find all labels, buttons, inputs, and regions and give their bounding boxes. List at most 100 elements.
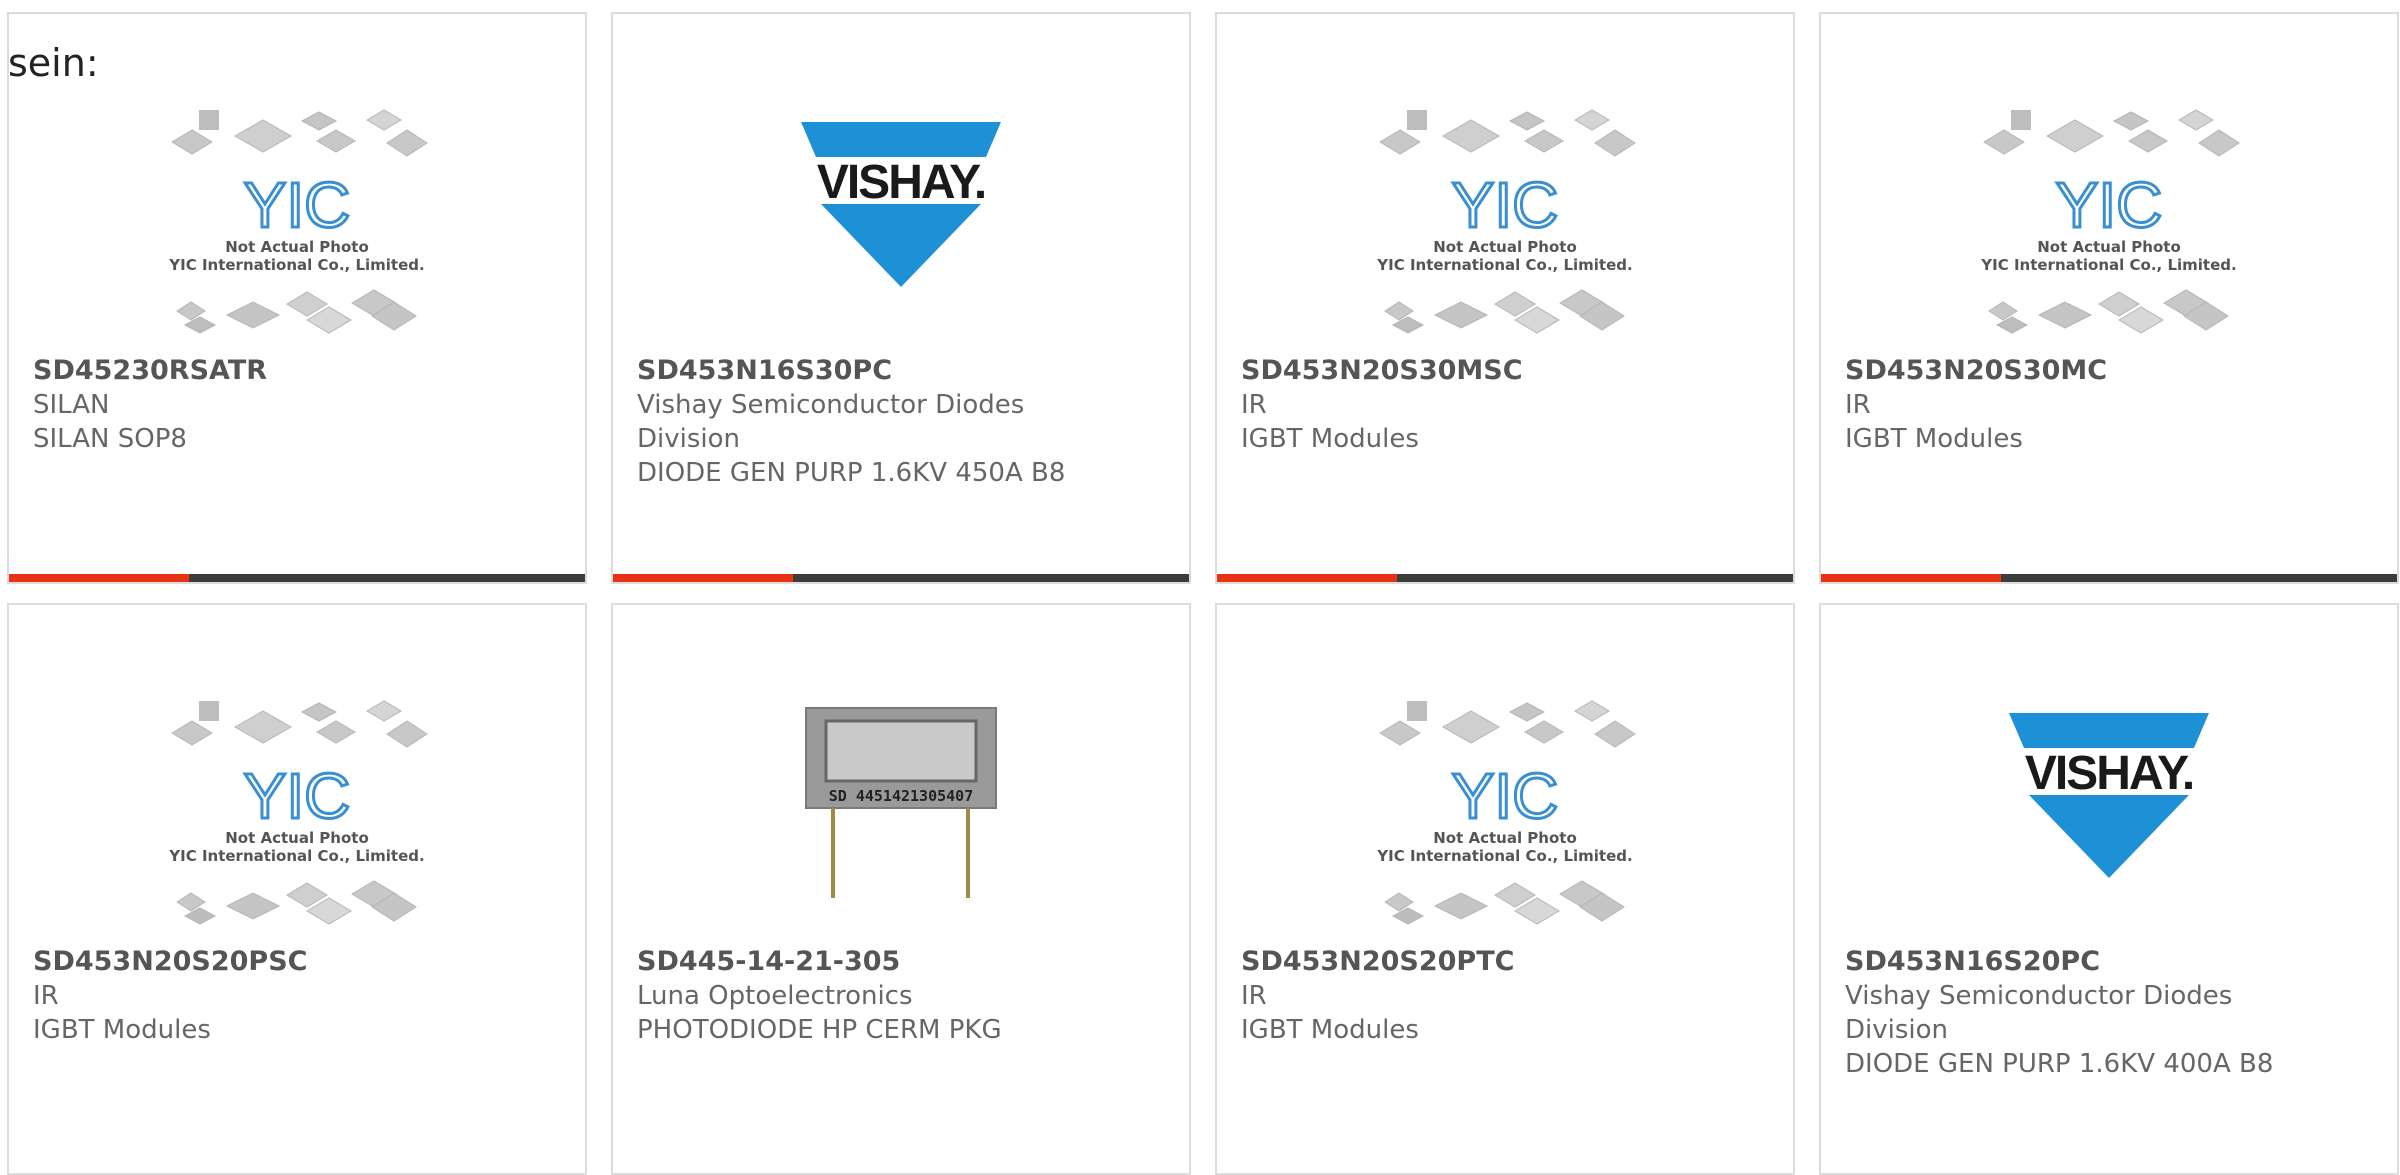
- vishay-logo-top: [2009, 713, 2209, 748]
- intro-text: sein:: [8, 41, 99, 85]
- chip-shape: [386, 720, 428, 748]
- description: IGBT Modules: [33, 1015, 211, 1045]
- manufacturer: IR: [1241, 390, 1267, 420]
- product-image-svg: YICNot Actual PhotoYIC International Co.…: [168, 109, 428, 334]
- chip-shape: [225, 301, 281, 329]
- product-image[interactable]: VISHAY.: [761, 102, 1041, 372]
- part-number-link[interactable]: SD453N16S30PC: [637, 354, 1177, 388]
- chip-square: [199, 110, 219, 130]
- product-image-svg: SD 4451421305407: [805, 707, 997, 898]
- product-card[interactable]: VISHAY. SD453N16S30PC Vishay Semiconduct…: [611, 12, 1191, 584]
- image-caption: Not Actual Photo: [1433, 829, 1577, 847]
- chip-shape: [366, 700, 402, 722]
- chip-shape: [2112, 111, 2150, 131]
- card-accent-bar: [1217, 574, 1397, 582]
- description: PHOTODIODE HP CERM PKG: [637, 1015, 1002, 1045]
- card-bottom-bar: [9, 574, 585, 582]
- card-accent-bar: [9, 574, 189, 582]
- card-accent-bar: [1821, 574, 2001, 582]
- chip-shape: [2045, 119, 2105, 153]
- manufacturer-line2: Division: [637, 424, 741, 454]
- chip-shape: [171, 129, 213, 155]
- product-card[interactable]: VISHAY. SD453N16S20PC Vishay Semiconduct…: [1819, 603, 2399, 1175]
- chip-shape: [2037, 301, 2093, 329]
- chip-shape: [233, 119, 293, 153]
- chip-shape: [2178, 109, 2214, 131]
- description: IGBT Modules: [1845, 424, 2023, 454]
- photodiode-lead: [966, 808, 970, 898]
- product-image[interactable]: VISHAY.: [1969, 693, 2249, 963]
- chip-shape: [1574, 109, 1610, 131]
- chip-shape: [1524, 720, 1564, 744]
- vishay-logo-triangle: [2029, 795, 2189, 878]
- chip-shape: [1433, 301, 1489, 329]
- photodiode-marking: SD 4451421305407: [829, 787, 974, 805]
- part-number-link[interactable]: SD453N20S20PSC: [33, 945, 573, 979]
- part-number-link[interactable]: SD445-14-21-305: [637, 945, 1177, 979]
- product-image[interactable]: YIC Not Actual Photo YIC International Co.…: [1969, 102, 2249, 372]
- manufacturer: IR: [33, 981, 59, 1011]
- product-image[interactable]: YIC Not Actual Photo YIC International Co.…: [157, 102, 437, 372]
- chip-shape: [1441, 710, 1501, 744]
- yic-logo: YIC: [1452, 760, 1559, 832]
- chip-square: [1407, 701, 1427, 721]
- chip-shape: [1433, 892, 1489, 920]
- product-card[interactable]: YIC Not Actual Photo YIC International Co.…: [7, 12, 587, 584]
- card-bottom-bar: [1821, 574, 2397, 582]
- product-image-svg: YICNot Actual PhotoYIC International Co.…: [1376, 700, 1636, 925]
- chip-shape: [2128, 129, 2168, 153]
- product-image[interactable]: YIC Not Actual Photo YIC International Co.…: [157, 693, 437, 963]
- product-image-svg: YICNot Actual PhotoYIC International Co.…: [168, 700, 428, 925]
- chip-square: [2011, 110, 2031, 130]
- product-grid: YIC Not Actual Photo YIC International Co.…: [0, 0, 2400, 1175]
- manufacturer: IR: [1845, 390, 1871, 420]
- photodiode-lead: [831, 808, 835, 898]
- chip-shape: [1594, 720, 1636, 748]
- part-number-link[interactable]: SD453N20S30MSC: [1241, 354, 1781, 388]
- image-caption: Not Actual Photo: [225, 829, 369, 847]
- image-caption: Not Actual Photo: [225, 238, 369, 256]
- manufacturer-line2: Division: [1845, 1015, 1949, 1045]
- part-number-link[interactable]: SD45230RSATR: [33, 354, 573, 388]
- chip-shape: [1508, 111, 1546, 131]
- description: DIODE GEN PURP 1.6KV 450A B8: [637, 458, 1066, 488]
- vishay-logo-triangle: [821, 204, 981, 287]
- product-image[interactable]: YIC Not Actual Photo YIC International Co.…: [1365, 102, 1645, 372]
- description: DIODE GEN PURP 1.6KV 400A B8: [1845, 1049, 2274, 1079]
- chip-shape: [171, 720, 213, 746]
- yic-logo: YIC: [244, 169, 351, 241]
- part-number-link[interactable]: SD453N16S20PC: [1845, 945, 2385, 979]
- product-image-svg: YICNot Actual PhotoYIC International Co.…: [1376, 109, 1636, 334]
- chip-shape: [386, 129, 428, 157]
- chip-shape: [1379, 720, 1421, 746]
- card-accent-bar: [613, 574, 793, 582]
- image-caption: YIC International Co., Limited.: [1376, 847, 1632, 865]
- product-card[interactable]: SD 4451421305407 SD445-14-21-305 Luna Op…: [611, 603, 1191, 1175]
- chip-square: [1407, 110, 1427, 130]
- vishay-logo-text: VISHAY.: [2025, 747, 2193, 800]
- image-caption: YIC International Co., Limited.: [1980, 256, 2236, 274]
- product-card[interactable]: YIC Not Actual Photo YIC International Co.…: [1819, 12, 2399, 584]
- chip-shape: [366, 109, 402, 131]
- part-number-link[interactable]: SD453N20S20PTC: [1241, 945, 1781, 979]
- image-caption: Not Actual Photo: [2037, 238, 2181, 256]
- chip-shape: [2198, 129, 2240, 157]
- vishay-logo-top: [801, 122, 1001, 157]
- chip-shape: [233, 710, 293, 744]
- chip-shape: [1594, 129, 1636, 157]
- product-card[interactable]: YIC Not Actual Photo YIC International Co.…: [7, 603, 587, 1175]
- product-image-svg: VISHAY.: [801, 122, 1001, 287]
- image-caption: YIC International Co., Limited.: [168, 847, 424, 865]
- yic-logo: YIC: [1452, 169, 1559, 241]
- image-caption: Not Actual Photo: [1433, 238, 1577, 256]
- chip-shape: [300, 702, 338, 722]
- product-image[interactable]: SD 4451421305407: [761, 693, 1041, 963]
- product-card[interactable]: YIC Not Actual Photo YIC International Co.…: [1215, 603, 1795, 1175]
- vishay-logo-text: VISHAY.: [817, 156, 985, 209]
- chip-shape: [1983, 129, 2025, 155]
- product-image-svg: YICNot Actual PhotoYIC International Co.…: [1980, 109, 2240, 334]
- part-number-link[interactable]: SD453N20S30MC: [1845, 354, 2385, 388]
- chip-shape: [1379, 129, 1421, 155]
- product-image[interactable]: YIC Not Actual Photo YIC International Co.…: [1365, 693, 1645, 963]
- product-card[interactable]: YIC Not Actual Photo YIC International Co.…: [1215, 12, 1795, 584]
